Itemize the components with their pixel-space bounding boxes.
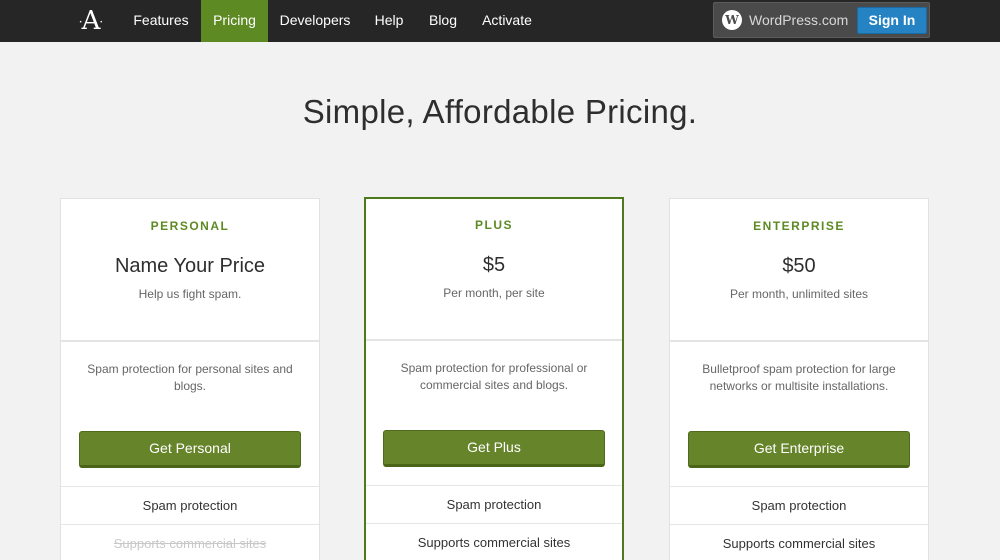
akismet-logo[interactable]: ·A·	[74, 6, 108, 36]
card-divider	[366, 339, 622, 341]
feature-spam-protection: Spam protection	[670, 486, 928, 524]
feature-commercial-sites: Supports commercial sites	[366, 523, 622, 560]
get-personal-button[interactable]: Get Personal	[79, 431, 301, 468]
plan-price-note: Per month, per site	[443, 286, 545, 300]
nav-item-developers[interactable]: Developers	[268, 0, 362, 42]
card-divider	[61, 340, 319, 342]
get-plus-button[interactable]: Get Plus	[383, 430, 605, 467]
feature-spam-protection: Spam protection	[61, 486, 319, 524]
sign-in-button[interactable]: Sign In	[857, 7, 927, 34]
nav-item-pricing[interactable]: Pricing	[201, 0, 268, 42]
wordpress-label: WordPress.com	[749, 12, 849, 28]
feature-commercial-sites: Supports commercial sites	[61, 524, 319, 560]
nav-item-activate[interactable]: Activate	[470, 0, 544, 42]
plan-tier: ENTERPRISE	[753, 219, 845, 233]
wordpress-icon	[722, 10, 742, 30]
page-title: Simple, Affordable Pricing.	[302, 93, 698, 130]
nav-item-help[interactable]: Help	[362, 0, 416, 42]
plan-tier: PLUS	[474, 218, 513, 232]
plan-price-note: Help us fight spam.	[138, 287, 242, 301]
wordpress-signin-box: WordPress.com Sign In	[713, 2, 930, 38]
plan-price-note: Per month, unlimited sites	[729, 287, 869, 301]
plan-description: Spam protection for personal sites and b…	[87, 362, 293, 393]
top-navigation-bar: ·A· Features Pricing Developers Help Blo…	[0, 0, 1000, 42]
logo-letter: A	[81, 6, 101, 36]
plan-card-plus: PLUS $5 Per month, per site Spam protect…	[364, 197, 624, 560]
feature-spam-protection: Spam protection	[366, 485, 622, 523]
feature-commercial-sites: Supports commercial sites	[670, 524, 928, 560]
plan-price: $5	[482, 254, 506, 276]
plan-price: $50	[782, 255, 816, 277]
plan-description: Spam protection for professional or comm…	[400, 361, 588, 392]
plan-card-enterprise: ENTERPRISE $50 Per month, unlimited site…	[669, 198, 929, 560]
plan-tier: PERSONAL	[150, 219, 230, 233]
plan-card-personal: PERSONAL Name Your Price Help us fight s…	[60, 198, 320, 560]
nav-item-blog[interactable]: Blog	[416, 0, 470, 42]
plan-price: Name Your Price	[114, 255, 266, 277]
plan-description: Bulletproof spam protection for large ne…	[702, 362, 896, 393]
get-enterprise-button[interactable]: Get Enterprise	[688, 431, 910, 468]
card-divider	[670, 340, 928, 342]
nav-item-features[interactable]: Features	[122, 0, 200, 42]
